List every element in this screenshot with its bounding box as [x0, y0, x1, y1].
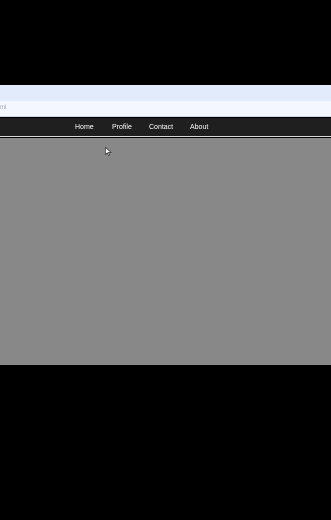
nav-item-contact[interactable]: Contact: [149, 123, 173, 132]
browser-tab-strip: [0, 85, 331, 101]
nav-item-home[interactable]: Home: [75, 123, 94, 132]
content-area: [0, 138, 331, 365]
address-text: ml: [0, 105, 7, 111]
mouse-pointer-icon: [105, 147, 112, 156]
navbar: Home Profile Contact About: [0, 118, 331, 137]
nav-item-profile[interactable]: Profile: [112, 123, 132, 132]
nav-item-about[interactable]: About: [190, 123, 208, 132]
address-bar[interactable]: ml: [0, 101, 331, 117]
screen: ml Home Profile Contact About: [0, 0, 331, 520]
